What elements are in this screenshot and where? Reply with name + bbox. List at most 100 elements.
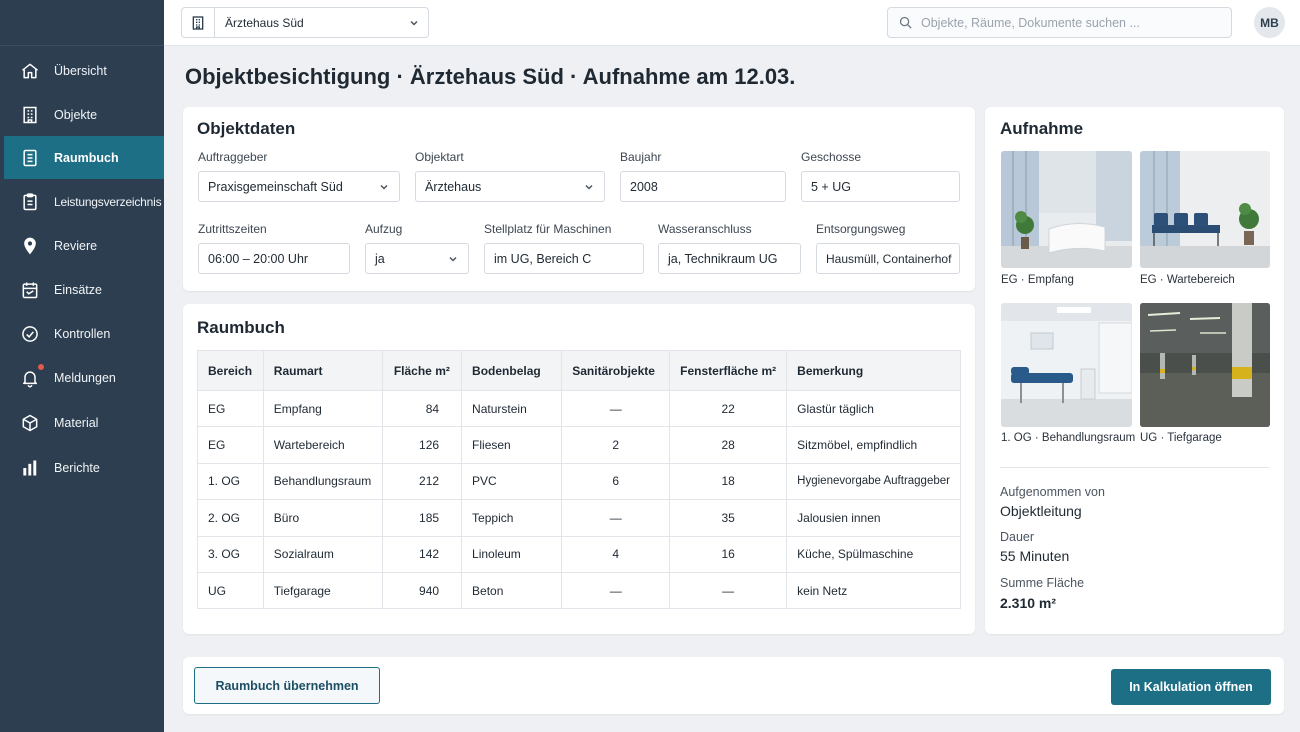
- info-value-summe: 2.310 m²: [1000, 595, 1057, 611]
- clipboard-icon: [23, 192, 37, 210]
- chevron-down-icon: [585, 184, 593, 190]
- cell-raumart: Wartebereich: [262, 426, 383, 464]
- cell-fensterflaeche: 35: [669, 499, 788, 537]
- cell-sanitaerobjekte: 4: [561, 535, 671, 573]
- cell-bemerkung: kein Netz: [786, 571, 961, 610]
- photo-wartebereich[interactable]: [1140, 151, 1270, 268]
- sidebar-item-kontrollen[interactable]: Kontrollen: [4, 312, 164, 355]
- card-title: Objektdaten: [197, 119, 296, 138]
- search-icon: [899, 16, 912, 29]
- entsorgungsweg-input[interactable]: Hausmüll, Containerhof: [816, 243, 960, 274]
- objektart-select[interactable]: Ärztehaus: [415, 171, 605, 202]
- auftraggeber-label: Auftraggeber: [198, 150, 268, 164]
- cell-raumart: Behandlungsraum: [262, 462, 383, 501]
- photo-tiefgarage[interactable]: [1140, 303, 1270, 427]
- table-row[interactable]: 1. OG Behandlungsraum 212 PVC 6 18 Hygie…: [197, 462, 961, 501]
- auftraggeber-select[interactable]: Praxisgemeinschaft Süd: [198, 171, 400, 202]
- search-box: [887, 7, 1232, 38]
- cell-raumart: Tiefgarage: [262, 571, 383, 610]
- cell-bereich: 3. OG: [197, 535, 264, 573]
- cell-bemerkung: Sitzmöbel, empfindlich: [786, 426, 961, 464]
- geschosse-input[interactable]: 5 + UG: [801, 171, 960, 202]
- info-label-aufgenommen: Aufgenommen von: [1000, 485, 1105, 499]
- sidebar-item-raumbuch[interactable]: Raumbuch: [4, 136, 164, 179]
- column-header[interactable]: Fläche m²: [381, 350, 463, 391]
- avatar[interactable]: MB: [1254, 7, 1285, 38]
- objektart-label: Objektart: [415, 150, 464, 164]
- auftraggeber-value: Praxisgemeinschaft Süd: [208, 179, 343, 194]
- building-icon: [182, 8, 215, 37]
- sidebar-item-label: Einsätze: [54, 282, 102, 297]
- sidebar-item-label: Übersicht: [54, 63, 107, 78]
- wasseranschluss-label: Wasseranschluss: [658, 222, 752, 236]
- column-header[interactable]: Sanitärobjekte: [561, 350, 671, 391]
- sidebar-item-reviere[interactable]: Reviere: [4, 224, 164, 267]
- table-row[interactable]: EG Empfang 84 Naturstein — 22 Glastür tä…: [197, 389, 961, 428]
- column-header[interactable]: Raumart: [262, 350, 383, 391]
- table-header-row: Bereich Raumart Fläche m² Bodenbelag San…: [197, 350, 961, 391]
- action-bar: Raumbuch übernehmen In Kalkulation öffne…: [183, 657, 1284, 714]
- table-row[interactable]: 3. OG Sozialraum 142 Linoleum 4 16 Küche…: [197, 535, 961, 573]
- notification-dot: [38, 364, 44, 370]
- cell-fensterflaeche: 22: [669, 389, 788, 428]
- table-row[interactable]: EG Wartebereich 126 Fliesen 2 28 Sitzmöb…: [197, 426, 961, 464]
- cell-bodenbelag: Teppich: [461, 499, 563, 537]
- cell-sanitaerobjekte: —: [561, 571, 671, 610]
- cell-bodenbelag: PVC: [461, 462, 563, 501]
- info-value-aufgenommen: Objektleitung: [1000, 503, 1082, 519]
- object-select[interactable]: Ärztehaus Süd: [181, 7, 429, 38]
- sidebar-item-leistungsverzeichnis[interactable]: Leistungsverzeichnis: [4, 180, 164, 223]
- sidebar-item-material[interactable]: Material: [4, 401, 164, 444]
- wasseranschluss-input[interactable]: ja, Technikraum UG: [658, 243, 801, 274]
- geschosse-label: Geschosse: [801, 150, 862, 164]
- sidebar-header: [0, 0, 164, 46]
- photo-behandlungsraum[interactable]: [1001, 303, 1132, 427]
- cell-bemerkung: Glastür täglich: [786, 389, 961, 428]
- raumbuch-uebernehmen-button[interactable]: Raumbuch übernehmen: [194, 667, 380, 704]
- cell-bereich: EG: [197, 389, 264, 428]
- stellplatz-input[interactable]: im UG, Bereich C: [484, 243, 644, 274]
- sidebar-item-label: Kontrollen: [54, 326, 111, 341]
- sidebar-item-objekte[interactable]: Objekte: [4, 93, 164, 136]
- sidebar-item-label: Leistungsverzeichnis: [54, 194, 162, 209]
- photo-caption: EG · Wartebereich: [1140, 274, 1235, 286]
- sidebar-item-einsaetze[interactable]: Einsätze: [4, 268, 164, 311]
- sidebar-item-meldungen[interactable]: Meldungen: [4, 356, 164, 399]
- column-header[interactable]: Fensterfläche m²: [669, 350, 788, 391]
- aufzug-select[interactable]: ja: [365, 243, 469, 274]
- cell-sanitaerobjekte: —: [561, 389, 671, 428]
- map-pin-icon: [24, 237, 36, 254]
- column-header[interactable]: Bodenbelag: [461, 350, 563, 391]
- sidebar-item-berichte[interactable]: Berichte: [4, 446, 164, 489]
- column-header[interactable]: Bereich: [197, 350, 264, 391]
- in-kalkulation-oeffnen-button[interactable]: In Kalkulation öffnen: [1111, 669, 1271, 705]
- cell-raumart: Empfang: [262, 389, 383, 428]
- cell-flaeche: 940: [381, 571, 463, 610]
- zutrittszeiten-input[interactable]: 06:00 – 20:00 Uhr: [198, 243, 350, 274]
- cell-bereich: 1. OG: [197, 462, 264, 501]
- search-input[interactable]: [921, 15, 1231, 30]
- cell-bodenbelag: Linoleum: [461, 535, 563, 573]
- building-icon: [23, 106, 37, 123]
- cell-flaeche: 142: [381, 535, 463, 573]
- photo-empfang[interactable]: [1001, 151, 1132, 268]
- sidebar-item-uebersicht[interactable]: Übersicht: [4, 49, 164, 92]
- info-label-dauer: Dauer: [1000, 530, 1035, 544]
- cell-sanitaerobjekte: 2: [561, 426, 671, 464]
- sidebar-item-label: Objekte: [54, 107, 98, 122]
- baujahr-label: Baujahr: [620, 150, 662, 164]
- column-header[interactable]: Bemerkung: [786, 350, 961, 391]
- cell-bereich: 2. OG: [197, 499, 264, 537]
- aufzug-label: Aufzug: [365, 222, 403, 236]
- table-row[interactable]: UG Tiefgarage 940 Beton — — kein Netz: [197, 571, 961, 610]
- baujahr-input[interactable]: 2008: [620, 171, 786, 202]
- home-icon: [22, 63, 38, 78]
- table-row[interactable]: 2. OG Büro 185 Teppich — 35 Jalousien in…: [197, 499, 961, 537]
- chevron-down-icon: [400, 18, 428, 28]
- photo-caption: UG · Tiefgarage: [1140, 432, 1222, 444]
- sidebar-item-label: Material: [54, 415, 99, 430]
- raumbuch-table: Bereich Raumart Fläche m² Bodenbelag San…: [197, 350, 961, 610]
- box-icon: [22, 414, 38, 431]
- entsorgungsweg-label: Entsorgungsweg: [816, 222, 906, 236]
- info-label-summe: Summe Fläche: [1000, 576, 1085, 590]
